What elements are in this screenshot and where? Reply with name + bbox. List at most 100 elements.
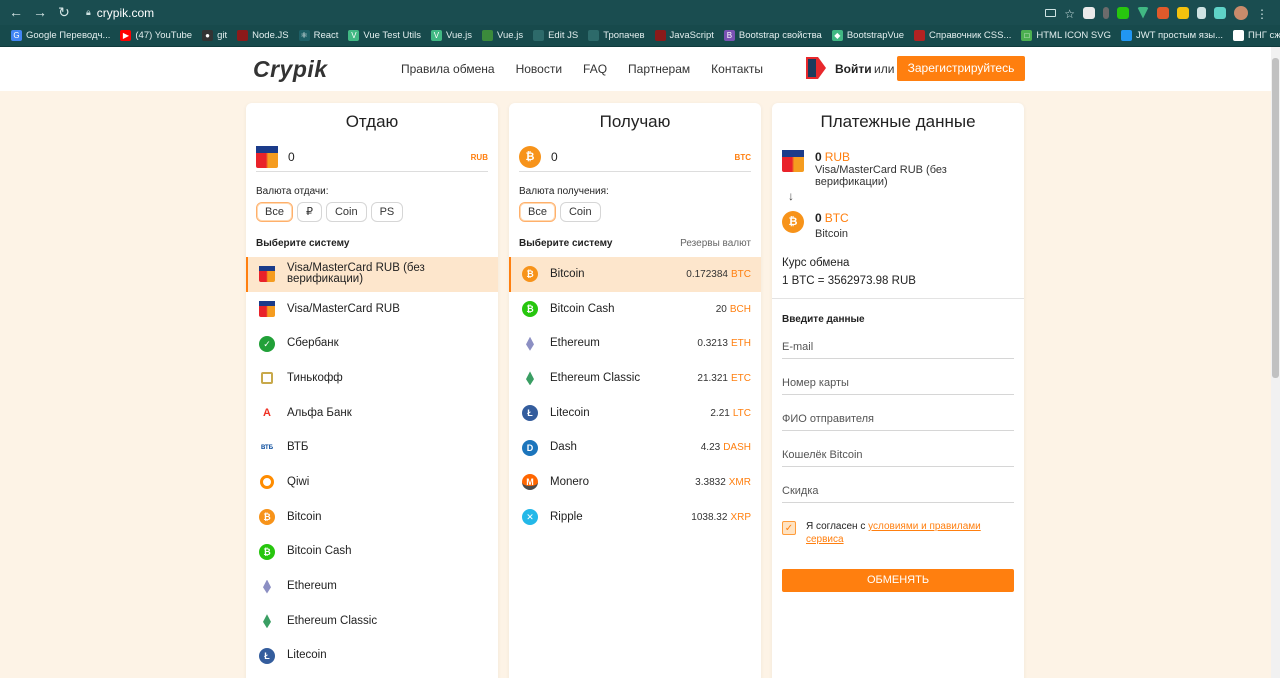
menu-icon[interactable]: ⋮	[1256, 7, 1268, 21]
system-item[interactable]: ₿ Bitcoin Cash	[246, 535, 498, 570]
menu-item-news[interactable]: Новости	[516, 62, 562, 76]
bookmark-item[interactable]: □ HTML ICON SVG	[1016, 25, 1116, 46]
menu-item-faq[interactable]: FAQ	[583, 62, 607, 76]
bookmark-item[interactable]: JWT простым язы...	[1116, 25, 1228, 46]
filter-coin[interactable]: Coin	[325, 202, 367, 222]
system-item[interactable]: A Альфа Банк	[246, 396, 498, 431]
menu-item-contacts[interactable]: Контакты	[711, 62, 763, 76]
bitcoin-icon: ₿	[522, 266, 538, 283]
bookmark-item[interactable]: V Vue.js	[426, 25, 477, 46]
email-field[interactable]: E-mail	[782, 333, 1014, 359]
system-item[interactable]: ₿ Bitcoin 0.172384 BTC	[509, 257, 761, 292]
address-bar[interactable]: 🔒︎ crypik.com	[86, 6, 154, 20]
system-item[interactable]: M Monero 3.3832 XMR	[509, 465, 761, 500]
system-item-label: Сбербанк	[287, 337, 339, 350]
give-systems-header: Выберите систему	[256, 238, 488, 249]
bookmark-item[interactable]: Edit JS	[528, 25, 583, 46]
cast-icon[interactable]	[1045, 8, 1057, 17]
register-button[interactable]: Зарегистрируйтесь	[897, 56, 1025, 81]
bookmark-item[interactable]: ПНГ сжимает в Jpg	[1228, 25, 1280, 46]
bookmark-item[interactable]: V Vue Test Utils	[343, 25, 426, 46]
bookmark-item[interactable]: B Bootstrap свойства	[719, 25, 827, 46]
reserve-code: DASH	[723, 442, 751, 454]
ethereum-classic-icon	[259, 613, 275, 629]
back-icon[interactable]: ←	[4, 0, 28, 25]
system-item[interactable]: Ethereum 0.3213 ETH	[509, 326, 761, 361]
give-currency: RUB	[470, 152, 488, 162]
bookmark-item[interactable]: ⚛ React	[294, 25, 344, 46]
exchange-button[interactable]: ОБМЕНЯТЬ	[782, 569, 1014, 592]
bookmark-item[interactable]: ● git	[197, 25, 232, 46]
bookmark-icon	[533, 30, 545, 41]
login-icon[interactable]	[806, 57, 826, 79]
system-item[interactable]: Visa/MasterCard RUB (без верификации)	[246, 257, 498, 292]
system-item-label: Ethereum	[550, 337, 600, 350]
filter-all[interactable]: Все	[256, 202, 293, 222]
system-item-label: Ethereum Classic	[550, 371, 641, 384]
system-item-label: Альфа Банк	[287, 406, 352, 419]
avatar[interactable]	[1234, 5, 1248, 20]
filter-ps[interactable]: PS	[370, 202, 404, 222]
reserve-code: LTC	[732, 407, 751, 419]
extension-icon[interactable]	[1083, 6, 1095, 19]
discount-field[interactable]: Скидка	[782, 477, 1014, 503]
download-icon[interactable]	[1197, 6, 1206, 19]
bookmark-item[interactable]: Справочник CSS...	[909, 25, 1016, 46]
bookmark-item[interactable]: Тропачев	[583, 25, 649, 46]
system-item-label: Qiwi	[287, 475, 310, 488]
menu-item-partners[interactable]: Партнерам	[628, 62, 690, 76]
system-item[interactable]: ✕ Ripple 1038.32 XRP	[509, 500, 761, 535]
bookmark-item[interactable]: ◆ BootstrapVue	[827, 25, 909, 46]
bookmark-label: Справочник CSS...	[929, 30, 1012, 41]
bookmark-item[interactable]: G Google Переводч...	[6, 25, 115, 46]
system-item[interactable]: Ethereum Classic	[246, 604, 498, 639]
vue-devtools-icon[interactable]	[1137, 6, 1149, 19]
bookmark-item[interactable]: Node.JS	[232, 25, 293, 46]
star-icon[interactable]: ☆	[1064, 7, 1075, 21]
login-link[interactable]: Войти	[835, 62, 872, 76]
menu-item-rules[interactable]: Правила обмена	[401, 62, 495, 76]
extension-icon[interactable]	[1117, 6, 1129, 19]
extension-icon[interactable]	[1103, 6, 1109, 19]
filter-coin[interactable]: Coin	[559, 202, 601, 222]
system-item[interactable]: Ethereum Classic 21.321 ETC	[509, 361, 761, 396]
bookmark-item[interactable]: JavaScript	[650, 25, 719, 46]
system-item[interactable]: Visa/MasterCard RUB	[246, 292, 498, 327]
extension-icon[interactable]	[1177, 6, 1189, 19]
system-item[interactable]: ВТБ ВТБ	[246, 430, 498, 465]
bookmark-item[interactable]: ▶ (47) YouTube	[115, 25, 197, 46]
get-amount-field[interactable]: ₿ 0 BTC	[519, 143, 751, 172]
extension-icon[interactable]	[1157, 6, 1169, 19]
puzzle-icon[interactable]	[1214, 6, 1226, 19]
reserve-amount: 0.172384	[686, 268, 728, 280]
system-item[interactable]: Qiwi	[246, 465, 498, 500]
system-item[interactable]: Ethereum	[246, 569, 498, 604]
system-item[interactable]: ₿ Bitcoin Cash 20 BCH	[509, 292, 761, 327]
system-item[interactable]: Ł Litecoin	[246, 639, 498, 674]
bitcoin-wallet-field[interactable]: Кошелёк Bitcoin	[782, 441, 1014, 467]
agree-checkbox[interactable]: ✓	[782, 521, 796, 535]
give-amount-field[interactable]: 0 RUB	[256, 143, 488, 172]
system-item[interactable]: Тинькофф	[246, 361, 498, 396]
sender-name-field[interactable]: ФИО отправителя	[782, 405, 1014, 431]
bookmark-item[interactable]: Vue.js	[477, 25, 528, 46]
system-item[interactable]: ₿ Bitcoin	[246, 500, 498, 535]
main-menu: Правила обмена Новости FAQ Партнерам Кон…	[401, 62, 784, 76]
filter-all[interactable]: Все	[519, 202, 556, 222]
logo[interactable]: Crypik	[253, 56, 328, 83]
get-amount[interactable]: 0	[551, 150, 735, 164]
scrollbar-thumb[interactable]	[1272, 58, 1279, 378]
bookmark-label: (47) YouTube	[135, 30, 193, 41]
filter-rub[interactable]: ₽	[296, 202, 322, 222]
reserve-code: ETH	[731, 338, 751, 350]
system-item-label: Dash	[550, 441, 577, 454]
system-item[interactable]: D Dash 4.23 DASH	[509, 430, 761, 465]
card-number-field[interactable]: Номер карты	[782, 369, 1014, 395]
system-item[interactable]: Ł Litecoin 2.21 LTC	[509, 396, 761, 431]
system-item[interactable]: ✓ Сбербанк	[246, 326, 498, 361]
forward-icon[interactable]: →	[28, 0, 52, 25]
bookmark-label: Edit JS	[548, 30, 579, 41]
give-amount[interactable]: 0	[288, 150, 471, 164]
reload-icon[interactable]: ↻	[52, 0, 76, 25]
bitcoin-cash-icon: ₿	[522, 301, 538, 318]
